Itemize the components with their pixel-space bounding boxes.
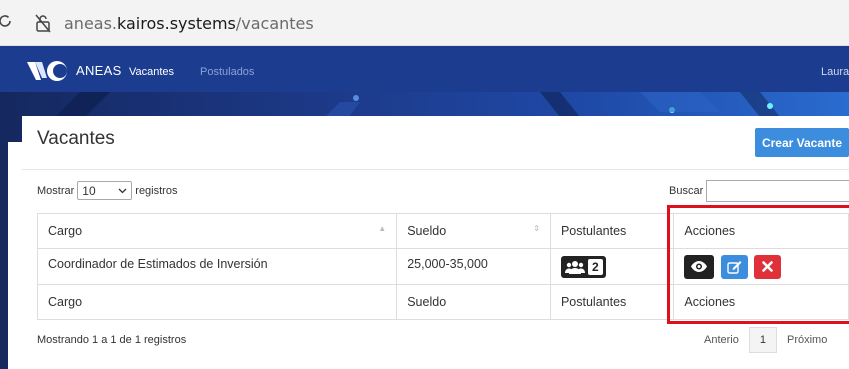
column-header-sueldo[interactable]: Sueldo ⇕: [396, 213, 551, 249]
column-header-cargo[interactable]: Cargo ▲: [36, 213, 398, 249]
create-vacancy-button[interactable]: Crear Vacante: [755, 128, 849, 157]
cell-postulantes: 2: [549, 248, 675, 285]
insecure-lock-icon[interactable]: [34, 13, 52, 33]
footer-postulantes: Postulantes: [549, 284, 675, 320]
pagination-page-1[interactable]: 1: [748, 327, 777, 353]
show-prefix-label: Mostrar: [37, 184, 75, 197]
url-text[interactable]: aneas.kairos.systems/vacantes: [64, 14, 314, 33]
table-info: Mostrando 1 a 1 de 1 registros: [37, 334, 187, 346]
pagination-previous[interactable]: Anterio: [694, 327, 749, 353]
applicants-count: 2: [587, 258, 603, 275]
cell-cargo: Coordinador de Estimados de Inversión: [36, 248, 398, 285]
cell-sueldo: 25,000-35,000: [396, 248, 551, 285]
url-domain: kairos.systems: [117, 14, 236, 33]
footer-cargo: Cargo: [36, 284, 398, 320]
highlight-box: [667, 205, 849, 324]
search-label: Buscar: [669, 185, 704, 197]
page-size-control: Mostrar 10 registros: [37, 181, 177, 200]
search-control: Buscar: [669, 180, 849, 202]
reload-icon[interactable]: [0, 12, 14, 30]
page-size-select[interactable]: 10: [77, 181, 133, 200]
pagination: Anterio 1 Próximo: [694, 327, 837, 353]
page-size-value: 10: [82, 183, 96, 198]
nav-link-vacantes[interactable]: Vacantes: [129, 66, 174, 78]
top-navbar: ANEAS Vacantes Postulados Laura: [0, 46, 849, 92]
panel-header: Vacantes Crear Vacante: [22, 116, 849, 170]
chevron-down-icon: [118, 188, 127, 193]
page-title: Vacantes: [37, 128, 115, 149]
nav-link-postulados[interactable]: Postulados: [200, 66, 254, 78]
sort-icon: ▲: [378, 224, 387, 233]
pagination-next[interactable]: Próximo: [777, 327, 837, 353]
left-edge-strip: [0, 142, 8, 369]
show-suffix-label: registros: [135, 184, 178, 197]
browser-url-bar[interactable]: aneas.kairos.systems/vacantes: [0, 0, 849, 46]
users-icon: [564, 260, 585, 274]
search-input[interactable]: [706, 180, 849, 202]
applicants-button[interactable]: 2: [560, 255, 606, 278]
brand-name[interactable]: ANEAS: [76, 63, 122, 78]
user-menu[interactable]: Laura: [821, 66, 849, 78]
footer-sueldo: Sueldo: [396, 284, 551, 320]
aneas-logo-icon[interactable]: [25, 58, 71, 84]
column-header-postulantes: Postulantes: [549, 213, 675, 249]
sort-icon: ⇕: [533, 224, 540, 233]
